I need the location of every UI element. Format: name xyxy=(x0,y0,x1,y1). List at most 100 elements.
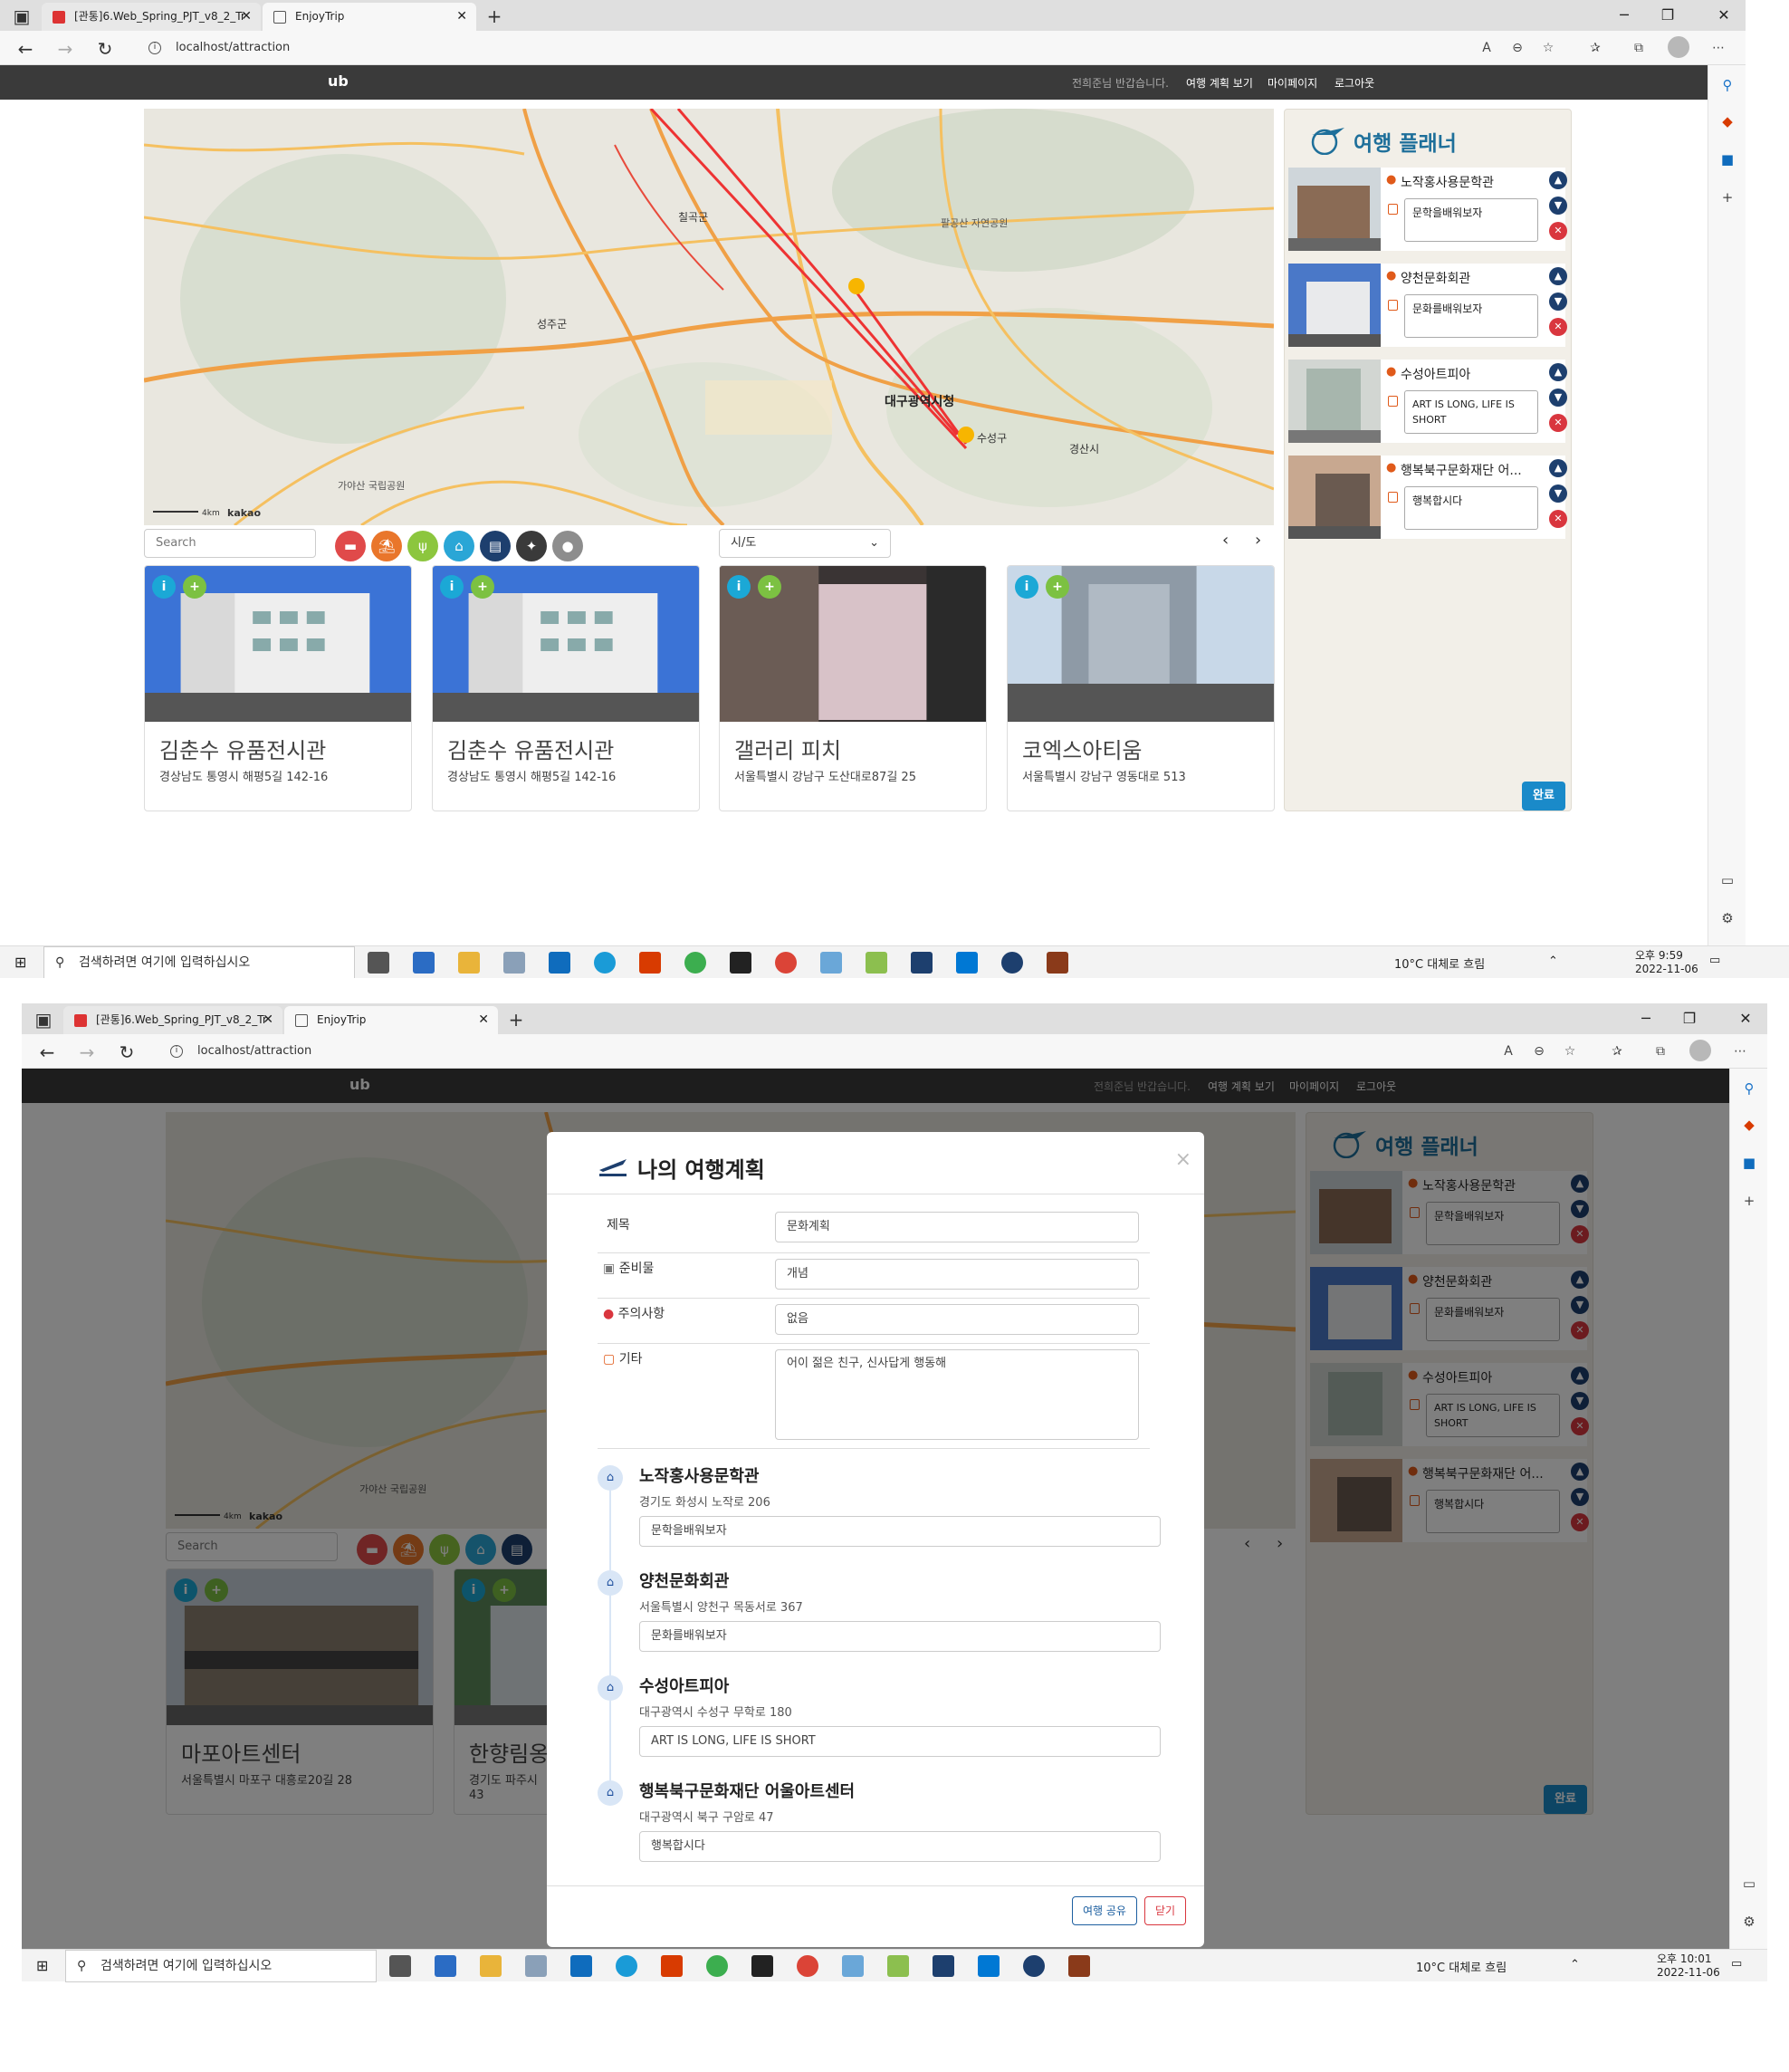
shop-icon[interactable]: ▤ xyxy=(480,531,511,561)
remove-button[interactable]: ✕ xyxy=(1549,510,1567,528)
planner-item-memo[interactable]: ART IS LONG, LIFE IS SHORT xyxy=(1404,390,1538,434)
new-tab-button[interactable]: + xyxy=(503,1007,529,1032)
outlook-icon[interactable]: ■ xyxy=(1718,150,1736,168)
remove-button[interactable]: ✕ xyxy=(1549,414,1567,432)
read-aloud-icon[interactable]: A xyxy=(1478,39,1496,57)
add-icon[interactable]: + xyxy=(1740,1192,1758,1210)
app-icon[interactable] xyxy=(1068,1955,1090,1977)
info-button[interactable]: i xyxy=(1015,575,1038,599)
office-icon[interactable]: ◆ xyxy=(1718,112,1736,130)
pin-icon[interactable]: ● xyxy=(552,531,583,561)
favorites-icon[interactable]: ✰ xyxy=(1608,1042,1626,1060)
app-icon[interactable] xyxy=(1023,1955,1045,1977)
minimize-button[interactable]: ─ xyxy=(1624,1003,1668,1034)
add-icon[interactable]: + xyxy=(1718,188,1736,206)
move-up-button[interactable]: ▲ xyxy=(1549,171,1567,189)
spot-memo-input[interactable]: 문학을배워보자 xyxy=(639,1516,1161,1547)
tray-chevron-icon[interactable]: ⌃ xyxy=(1570,1958,1580,1971)
more-icon[interactable]: ⋯ xyxy=(1731,1042,1749,1060)
collections-icon[interactable]: ⧉ xyxy=(1651,1042,1669,1060)
notification-icon[interactable]: ▭ xyxy=(1731,1957,1742,1971)
food-icon[interactable]: ψ xyxy=(407,531,438,561)
settings-icon[interactable]: ⚙ xyxy=(1740,1913,1758,1931)
tab-pdf[interactable]: [관통]6.Web_Spring_PJT_v8_2_Tr ✕ xyxy=(42,3,261,31)
move-down-button[interactable]: ▼ xyxy=(1549,484,1567,503)
chrome-icon[interactable] xyxy=(797,1955,818,1977)
explorer-icon[interactable] xyxy=(458,952,480,974)
spot-memo-input[interactable]: 행복합시다 xyxy=(639,1831,1161,1862)
office-icon[interactable] xyxy=(639,952,661,974)
app-icon[interactable] xyxy=(911,952,933,974)
close-modal-button[interactable]: 닫기 xyxy=(1144,1896,1186,1925)
etc-textarea[interactable]: 어이 젊은 친구, 신사답게 행동해 xyxy=(775,1349,1139,1440)
read-aloud-icon[interactable]: A xyxy=(1499,1042,1517,1060)
add-to-plan-button[interactable]: + xyxy=(183,575,206,599)
office-icon[interactable]: ◆ xyxy=(1740,1116,1758,1134)
start-icon[interactable]: ⊞ xyxy=(36,1957,48,1974)
tab-pdf[interactable]: [관통]6.Web_Spring_PJT_v8_2_Tr ✕ xyxy=(63,1006,282,1034)
tab-actions-button[interactable]: ▣ xyxy=(31,1007,56,1032)
favorite-icon[interactable]: ☆ xyxy=(1539,39,1557,57)
museum-icon[interactable]: ⌂ xyxy=(444,531,474,561)
back-icon[interactable]: ← xyxy=(34,1040,60,1065)
restore-button[interactable]: ❐ xyxy=(1646,0,1689,31)
new-tab-button[interactable]: + xyxy=(482,4,507,29)
supplies-input[interactable]: 개념 xyxy=(775,1259,1139,1290)
spot-memo-input[interactable]: ART IS LONG, LIFE IS SHORT xyxy=(639,1726,1161,1757)
task-view-icon[interactable] xyxy=(368,952,389,974)
taskbar-search[interactable]: ⚲ 검색하려면 여기에 입력하십시오 xyxy=(65,1950,377,1982)
edge-icon[interactable] xyxy=(594,952,616,974)
profile-avatar[interactable] xyxy=(1689,1040,1711,1061)
search-icon[interactable]: ⚲ xyxy=(1718,76,1736,94)
weather-text[interactable]: 10°C 대체로 흐림 xyxy=(1394,954,1485,972)
close-tab-icon[interactable]: ✕ xyxy=(241,3,252,31)
collections-icon[interactable]: ⧉ xyxy=(1630,39,1648,57)
photos-icon[interactable] xyxy=(503,952,525,974)
search-input[interactable]: Search xyxy=(144,529,316,558)
explorer-icon[interactable] xyxy=(480,1955,502,1977)
outlook-icon[interactable]: ■ xyxy=(1740,1154,1758,1172)
next-page-button[interactable]: › xyxy=(1255,531,1261,550)
planner-item-memo[interactable]: 문학을배워보자 xyxy=(1404,198,1538,242)
url-field[interactable]: i localhost/attraction xyxy=(136,35,1548,61)
task-view-icon[interactable] xyxy=(389,1955,411,1977)
done-button[interactable]: 완료 xyxy=(1522,782,1565,811)
attraction-card[interactable]: i + 코엑스아티움 서울특별시 강남구 영동대로 513 xyxy=(1007,565,1275,811)
forward-icon[interactable]: → xyxy=(53,36,78,62)
remove-button[interactable]: ✕ xyxy=(1549,318,1567,336)
nav-logout[interactable]: 로그아웃 xyxy=(1335,75,1374,91)
app-icon[interactable] xyxy=(684,952,706,974)
move-down-button[interactable]: ▼ xyxy=(1549,293,1567,311)
add-to-plan-button[interactable]: + xyxy=(758,575,781,599)
close-tab-icon[interactable]: ✕ xyxy=(478,1006,489,1034)
photos-icon[interactable] xyxy=(525,1955,547,1977)
attraction-card[interactable]: i + 김춘수 유품전시관 경상남도 통영시 해평5길 142-16 xyxy=(432,565,700,811)
app-icon[interactable] xyxy=(706,1955,728,1977)
taskbar-search[interactable]: ⚲ 검색하려면 여기에 입력하십시오 xyxy=(43,946,355,978)
hotel-icon[interactable]: ▬ xyxy=(335,531,366,561)
mail-icon[interactable] xyxy=(570,1955,592,1977)
planner-item-memo[interactable]: 행복합시다 xyxy=(1404,486,1538,530)
restore-button[interactable]: ❐ xyxy=(1668,1003,1711,1034)
title-input[interactable]: 문화계획 xyxy=(775,1212,1139,1242)
favorites-icon[interactable]: ✰ xyxy=(1586,39,1604,57)
refresh-icon[interactable]: ↻ xyxy=(92,36,118,62)
close-tab-icon[interactable]: ✕ xyxy=(263,1006,273,1034)
spot-memo-input[interactable]: 문화를배워보자 xyxy=(639,1621,1161,1652)
search-icon[interactable]: ⚲ xyxy=(1740,1079,1758,1098)
url-field[interactable]: i localhost/attraction xyxy=(158,1039,1570,1064)
tab-actions-button[interactable]: ▣ xyxy=(9,4,34,29)
attraction-card[interactable]: i + 갤러리 피치 서울특별시 강남구 도산대로87길 25 xyxy=(719,565,987,811)
favorite-icon[interactable]: ☆ xyxy=(1561,1042,1579,1060)
terminal-icon[interactable] xyxy=(751,1955,773,1977)
sidebar-toggle-icon[interactable]: ▭ xyxy=(1718,871,1736,889)
notification-icon[interactable]: ▭ xyxy=(1709,954,1720,967)
store-icon[interactable] xyxy=(435,1955,456,1977)
weather-text[interactable]: 10°C 대체로 흐림 xyxy=(1416,1958,1507,1975)
site-logo[interactable]: ub xyxy=(328,72,349,92)
zoom-icon[interactable]: ⊖ xyxy=(1530,1042,1548,1060)
app-icon[interactable] xyxy=(1001,952,1023,974)
app-icon[interactable] xyxy=(866,952,887,974)
tray-chevron-icon[interactable]: ⌃ xyxy=(1548,954,1558,968)
share-plan-button[interactable]: 여행 공유 xyxy=(1072,1896,1137,1925)
